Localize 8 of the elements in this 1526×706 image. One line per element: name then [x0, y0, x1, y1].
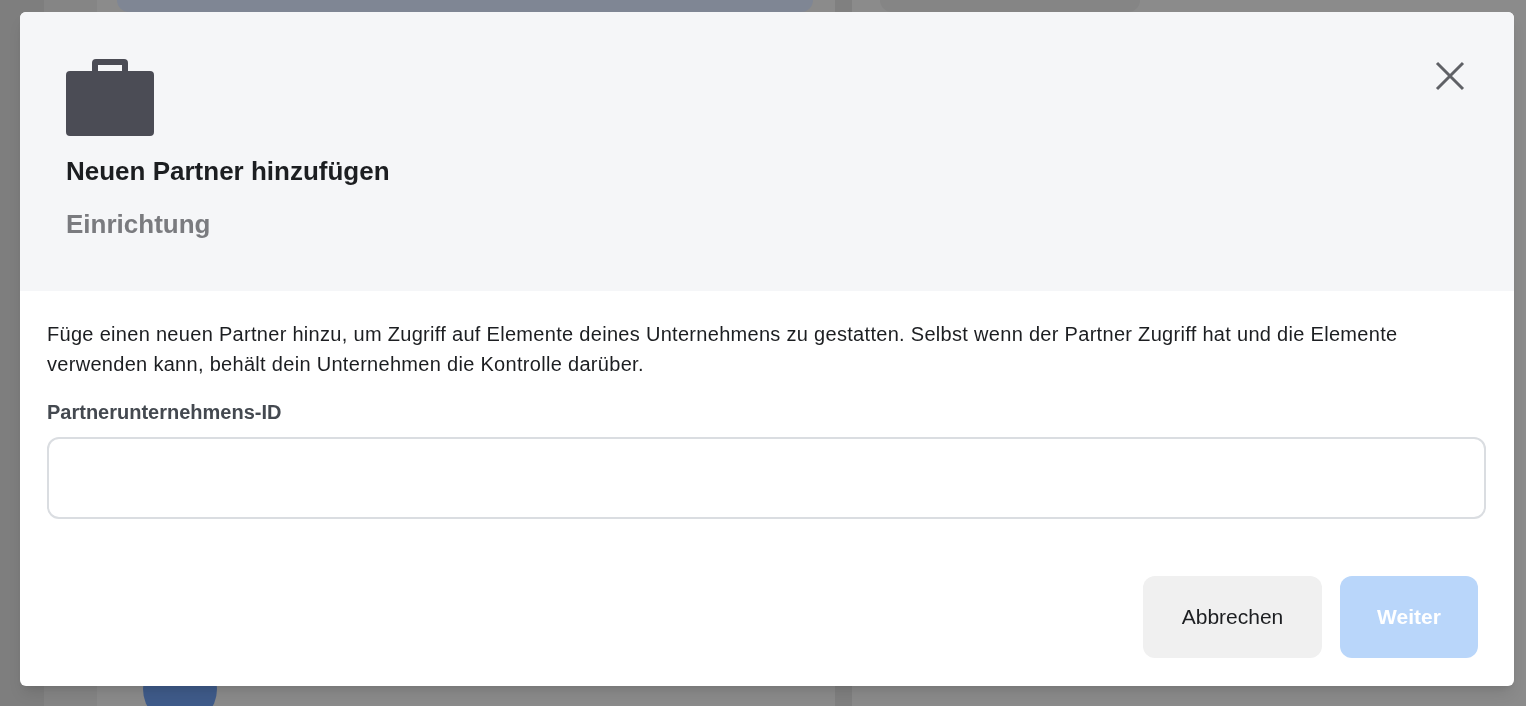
input-field[interactable]: [47, 437, 1486, 519]
description-text: Füge einen neuen Partner hinzu, um Zugriff auf Elemente deines Unternehmens zu gestatten. Selbst wenn der Partner Zugriff hat und die Elemente verwenden kann, behält dein Unternehmen die Kontrolle darüber.: [47, 322, 1399, 377]
dialog-title: Neuen Partner hinzufügen: [66, 155, 391, 188]
cancel-button[interactable]: Abbrechen: [1143, 576, 1322, 658]
dialog-subtitle: Einrichtung: [66, 208, 212, 241]
field-label: Partnerunternehmens-ID: [47, 400, 283, 425]
briefcase-icon: [66, 59, 154, 136]
close-icon: [1435, 61, 1465, 91]
